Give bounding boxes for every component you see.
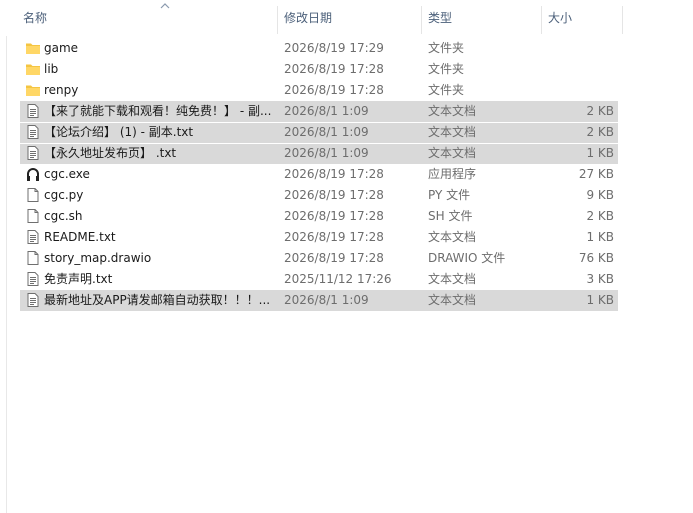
file-row[interactable]: cgc.sh 2026/8/19 17:28 SH 文件 2 KB	[20, 206, 618, 227]
column-header-bar: 名称 修改日期 类型 大小	[0, 0, 623, 34]
file-modified-date: 2026/8/1 1:09	[284, 125, 369, 139]
file-icon	[25, 206, 41, 227]
file-size	[540, 59, 614, 80]
file-size: 2 KB	[586, 209, 614, 223]
column-header-name-label: 名称	[23, 11, 48, 25]
text-file-icon	[25, 122, 41, 143]
file-modified-date: 2026/8/1 1:09	[284, 104, 369, 118]
file-size: 27 KB	[578, 167, 614, 181]
text-file-icon	[25, 101, 41, 122]
file-modified-date: 2026/8/19 17:29	[284, 41, 384, 55]
file-row[interactable]: story_map.drawio 2026/8/19 17:28 DRAWIO 文件…	[20, 248, 618, 269]
file-type: 应用程序	[428, 167, 477, 181]
column-header-date[interactable]: 修改日期	[278, 0, 422, 34]
file-size	[540, 38, 614, 59]
file-name: renpy	[44, 83, 79, 97]
file-type: 文本文档	[428, 125, 477, 139]
file-type: 文本文档	[428, 230, 477, 244]
file-size: 1 KB	[586, 230, 614, 244]
file-modified-date: 2026/8/19 17:28	[284, 188, 384, 202]
file-row[interactable]: lib 2026/8/19 17:28 文件夹	[20, 59, 618, 80]
column-header-type[interactable]: 类型	[422, 0, 542, 34]
file-row[interactable]: cgc.py 2026/8/19 17:28 PY 文件 9 KB	[20, 185, 618, 206]
file-modified-date: 2026/8/19 17:28	[284, 209, 384, 223]
file-list: game 2026/8/19 17:29 文件夹 lib 2026/8/19 17:28…	[20, 38, 618, 311]
file-type: 文件夹	[428, 41, 465, 55]
text-file-icon	[25, 143, 41, 164]
file-row[interactable]: README.txt 2026/8/19 17:28 文本文档 1 KB	[20, 227, 618, 248]
file-size: 3 KB	[586, 272, 614, 286]
file-name: cgc.py	[44, 188, 84, 202]
file-modified-date: 2026/8/19 17:28	[284, 167, 384, 181]
file-row[interactable]: cgc.exe 2026/8/19 17:28 应用程序 27 KB	[20, 164, 618, 185]
file-modified-date: 2026/8/19 17:28	[284, 230, 384, 244]
text-file-icon	[25, 269, 41, 290]
file-name: 【永久地址发布页】 .txt	[44, 146, 177, 160]
column-header-size[interactable]: 大小	[542, 0, 623, 34]
column-header-name[interactable]: 名称	[17, 0, 278, 34]
file-type: 文本文档	[428, 293, 477, 307]
text-file-icon	[25, 290, 41, 311]
file-row[interactable]: 免责声明.txt 2025/11/12 17:26 文本文档 3 KB	[20, 269, 618, 290]
file-size: 2 KB	[586, 125, 614, 139]
folder-icon	[25, 38, 41, 59]
file-type: 文本文档	[428, 104, 477, 118]
file-row[interactable]: 【永久地址发布页】 .txt 2026/8/1 1:09 文本文档 1 KB	[20, 143, 618, 164]
file-row[interactable]: 【来了就能下载和观看！纯免费！】 - 副... 2026/8/1 1:09 文本文档…	[20, 101, 618, 122]
file-size: 1 KB	[586, 146, 614, 160]
column-header-size-label: 大小	[548, 11, 573, 25]
file-name: 免责声明.txt	[44, 272, 113, 286]
file-name: 最新地址及APP请发邮箱自动获取！！！...	[44, 293, 271, 307]
file-size: 1 KB	[586, 293, 614, 307]
file-size: 76 KB	[578, 251, 614, 265]
exe-icon	[25, 164, 41, 185]
file-row[interactable]: renpy 2026/8/19 17:28 文件夹	[20, 80, 618, 101]
file-type: 文本文档	[428, 146, 477, 160]
file-modified-date: 2026/8/19 17:28	[284, 83, 384, 97]
file-size: 2 KB	[586, 104, 614, 118]
file-name: lib	[44, 62, 59, 76]
pane-border	[6, 36, 7, 513]
file-modified-date: 2026/8/1 1:09	[284, 293, 369, 307]
file-modified-date: 2026/8/1 1:09	[284, 146, 369, 160]
file-name: README.txt	[44, 230, 116, 244]
file-modified-date: 2025/11/12 17:26	[284, 272, 392, 286]
file-name: 【论坛介绍】 (1) - 副本.txt	[44, 125, 194, 139]
file-name: 【来了就能下载和观看！纯免费！】 - 副...	[44, 104, 272, 118]
file-size	[540, 80, 614, 101]
file-icon	[25, 248, 41, 269]
file-name: game	[44, 41, 79, 55]
file-row[interactable]: 【论坛介绍】 (1) - 副本.txt 2026/8/1 1:09 文本文档 2 KB	[20, 122, 618, 143]
folder-icon	[25, 80, 41, 101]
file-icon	[25, 185, 41, 206]
file-row[interactable]: 最新地址及APP请发邮箱自动获取！！！... 2026/8/1 1:09 文本文档 1…	[20, 290, 618, 311]
file-name: story_map.drawio	[44, 251, 152, 265]
file-modified-date: 2026/8/19 17:28	[284, 251, 384, 265]
column-header-type-label: 类型	[428, 11, 453, 25]
file-type: SH 文件	[428, 209, 473, 223]
file-name: cgc.exe	[44, 167, 90, 181]
file-type: 文件夹	[428, 62, 465, 76]
file-type: DRAWIO 文件	[428, 251, 506, 265]
column-header-date-label: 修改日期	[284, 11, 333, 25]
file-type: 文本文档	[428, 272, 477, 286]
text-file-icon	[25, 227, 41, 248]
file-row[interactable]: game 2026/8/19 17:29 文件夹	[20, 38, 618, 59]
file-modified-date: 2026/8/19 17:28	[284, 62, 384, 76]
sort-ascending-icon	[160, 3, 170, 9]
folder-icon	[25, 59, 41, 80]
file-size: 9 KB	[586, 188, 614, 202]
file-list-pane: 名称 修改日期 类型 大小 game 2026/8/19 17:29 文件夹 lib 2…	[0, 0, 693, 513]
file-type: 文件夹	[428, 83, 465, 97]
file-type: PY 文件	[428, 188, 471, 202]
file-name: cgc.sh	[44, 209, 83, 223]
